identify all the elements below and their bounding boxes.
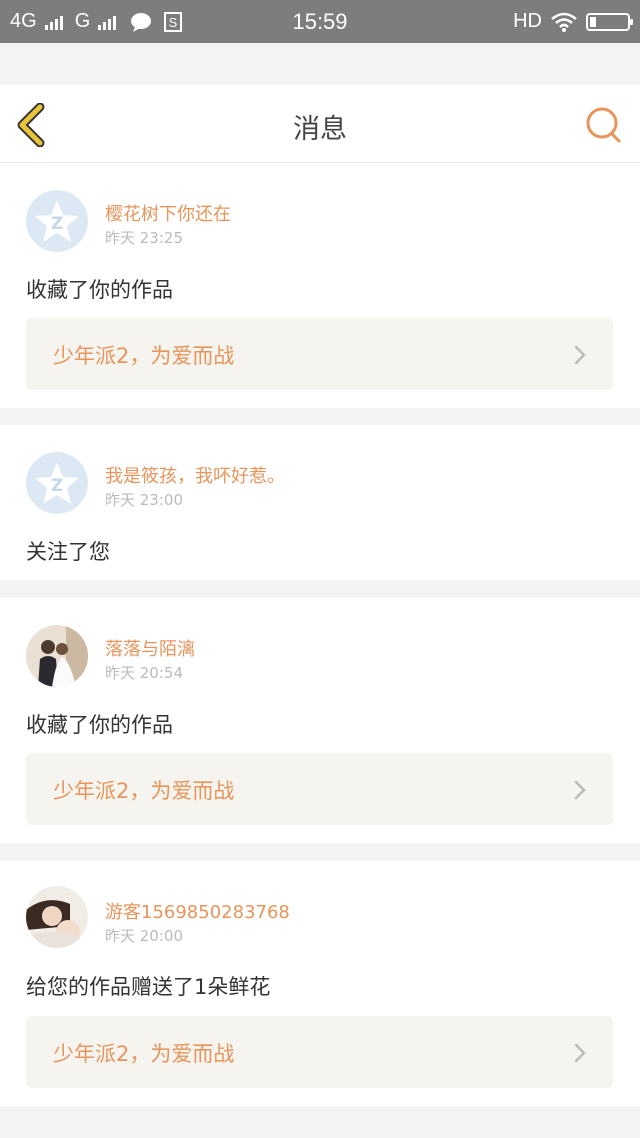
work-title: 少年派2，为爱而战 [53, 344, 235, 368]
page-title: 消息 [293, 114, 347, 145]
avatar[interactable] [26, 886, 88, 948]
sender-name[interactable]: 我是筱孩，我吥好惹。 [105, 462, 285, 488]
message-card: 落落与陌漓 昨天 20:54 收藏了你的作品 少年派2，为爱而战 [0, 598, 640, 843]
nav-header: 消息 [0, 85, 640, 163]
default-avatar-icon: Z [26, 190, 88, 252]
avatar[interactable] [26, 625, 88, 687]
user-photo-avatar [26, 886, 88, 948]
chevron-right-icon [574, 780, 586, 800]
avatar[interactable]: Z [26, 190, 88, 252]
work-link[interactable]: 少年派2，为爱而战 [26, 318, 613, 390]
status-right: HD [513, 10, 633, 33]
message-action: 给您的作品赠送了1朵鲜花 [26, 975, 271, 999]
message-time: 昨天 23:25 [105, 229, 183, 247]
svg-text:Z: Z [51, 476, 63, 496]
chevron-right-icon [574, 345, 586, 365]
search-icon[interactable] [584, 105, 624, 145]
message-card: Z 樱花树下你还在 昨天 23:25 收藏了你的作品 少年派2，为爱而战 [0, 163, 640, 408]
work-title: 少年派2，为爱而战 [53, 1042, 235, 1066]
wifi-icon [551, 12, 577, 32]
status-bar: 4G G S 15:59 HD [0, 0, 640, 43]
message-time: 昨天 20:00 [105, 927, 183, 945]
work-link[interactable]: 少年派2，为爱而战 [26, 1016, 613, 1088]
user-photo-avatar [26, 625, 88, 687]
default-avatar-icon: Z [26, 452, 88, 514]
chevron-right-icon [574, 1043, 586, 1063]
message-time: 昨天 20:54 [105, 664, 183, 682]
sender-name[interactable]: 游客1569850283768 [105, 898, 290, 924]
battery-icon [586, 12, 633, 31]
message-card: Z 我是筱孩，我吥好惹。 昨天 23:00 关注了您 [0, 425, 640, 580]
message-action: 关注了您 [26, 540, 110, 564]
message-action: 收藏了你的作品 [26, 713, 173, 737]
sender-name[interactable]: 落落与陌漓 [105, 635, 195, 661]
work-title: 少年派2，为爱而战 [53, 779, 235, 803]
message-action: 收藏了你的作品 [26, 278, 173, 302]
message-card: 游客1569850283768 昨天 20:00 给您的作品赠送了1朵鲜花 少年… [0, 861, 640, 1106]
hd-label: HD [513, 10, 542, 32]
svg-text:Z: Z [51, 214, 63, 234]
work-link[interactable]: 少年派2，为爱而战 [26, 753, 613, 825]
avatar[interactable]: Z [26, 452, 88, 514]
sender-name[interactable]: 樱花树下你还在 [105, 200, 231, 226]
message-time: 昨天 23:00 [105, 491, 183, 509]
